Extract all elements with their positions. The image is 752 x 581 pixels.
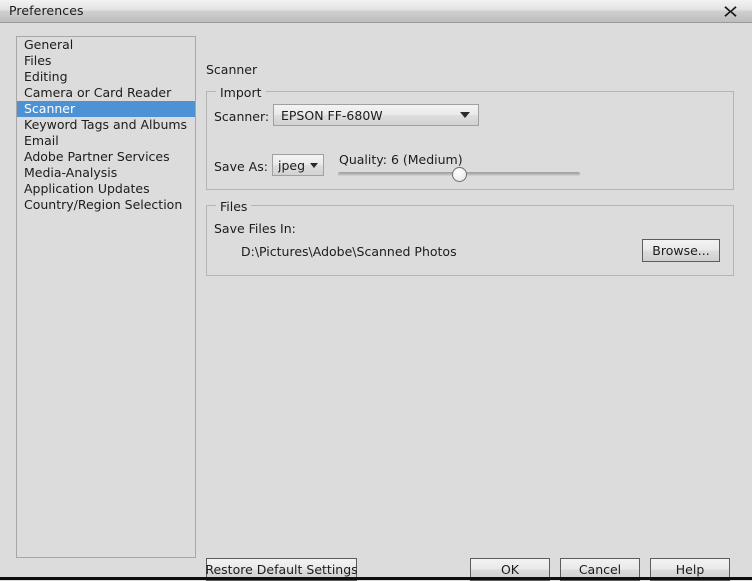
chevron-down-icon [310,162,318,168]
title-bar: Preferences [0,0,752,23]
quality-label: Quality: 6 (Medium) [339,152,463,167]
import-group-legend: Import [216,85,266,100]
save-path-value: D:\Pictures\Adobe\Scanned Photos [241,244,457,259]
preferences-dialog: Preferences General Files Editing Camera… [0,0,752,581]
sidebar-item-country-region-selection[interactable]: Country/Region Selection [17,197,195,213]
scanner-label: Scanner: [214,109,270,124]
browse-button[interactable]: Browse... [642,239,720,262]
sidebar-item-adobe-partner-services[interactable]: Adobe Partner Services [17,149,195,165]
sidebar-item-email[interactable]: Email [17,133,195,149]
sidebar-item-scanner[interactable]: Scanner [17,101,195,117]
close-icon[interactable] [708,0,752,22]
scanner-select[interactable]: EPSON FF-680W [273,104,479,126]
category-list[interactable]: General Files Editing Camera or Card Rea… [16,36,196,558]
sidebar-item-editing[interactable]: Editing [17,69,195,85]
save-as-label: Save As: [214,159,268,174]
save-as-select[interactable]: jpeg [272,154,324,176]
save-as-select-value: jpeg [278,157,306,173]
files-group-legend: Files [216,199,252,214]
sidebar-item-general[interactable]: General [17,37,195,53]
scanner-select-value: EPSON FF-680W [281,107,383,123]
sidebar-item-application-updates[interactable]: Application Updates [17,181,195,197]
quality-slider-thumb[interactable] [452,167,467,182]
quality-slider[interactable] [338,167,580,182]
page-title: Scanner [206,62,258,77]
sidebar-item-files[interactable]: Files [17,53,195,69]
sidebar-item-media-analysis[interactable]: Media-Analysis [17,165,195,181]
save-files-in-label: Save Files In: [214,221,296,236]
sidebar-item-keyword-tags-and-albums[interactable]: Keyword Tags and Albums [17,117,195,133]
chevron-down-icon [460,112,470,118]
dialog-body: General Files Editing Camera or Card Rea… [0,23,752,581]
sidebar-item-camera-or-card-reader[interactable]: Camera or Card Reader [17,85,195,101]
window-title: Preferences [9,3,84,18]
